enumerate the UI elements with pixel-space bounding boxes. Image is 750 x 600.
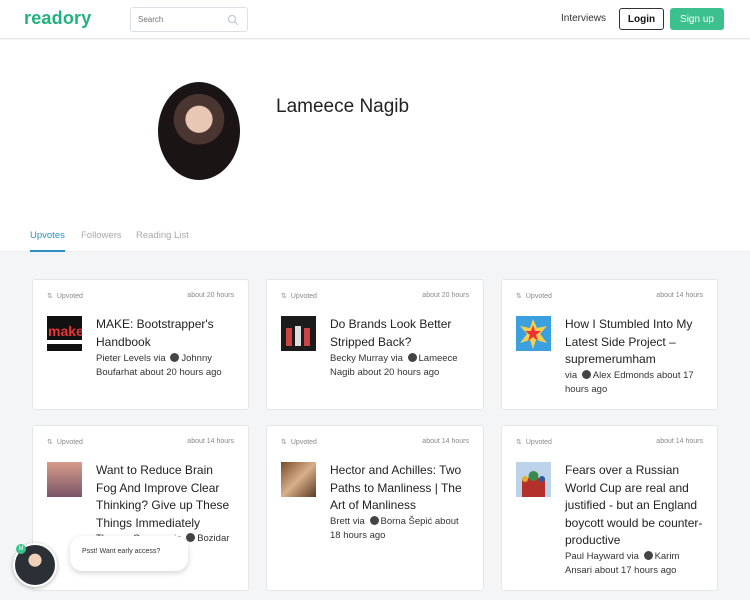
upvoted-text: Upvoted bbox=[56, 292, 83, 300]
user-avatar-icon[interactable] bbox=[581, 370, 591, 379]
upvote-card[interactable]: ⇅ Upvoted about 20 hours Do Brands Look B… bbox=[266, 279, 484, 410]
author-pre[interactable]: Becky Murray via bbox=[330, 353, 403, 364]
svg-text:make: make bbox=[48, 323, 82, 339]
author-pre[interactable]: Pieter Levels via bbox=[96, 353, 166, 364]
card-time: about 14 hours bbox=[422, 438, 469, 445]
upvoted-label: ⇅ Upvoted bbox=[281, 438, 317, 447]
search-icon[interactable] bbox=[227, 14, 239, 26]
user-avatar-icon[interactable] bbox=[170, 353, 180, 362]
profile-name: Lameece Nagib bbox=[276, 96, 410, 117]
upvoted-text: Upvoted bbox=[56, 438, 83, 446]
author-pre[interactable]: Paul Hayward via bbox=[565, 551, 639, 562]
card-title[interactable]: How I Stumbled Into My Latest Side Proje… bbox=[565, 316, 703, 369]
upvoted-text: Upvoted bbox=[525, 438, 552, 446]
brand-bottles-thumbnail[interactable] bbox=[281, 316, 316, 351]
readory-logo[interactable]: readory bbox=[24, 8, 91, 29]
upvoted-label: ⇅ Upvoted bbox=[47, 438, 83, 447]
top-header: readory Interviews Login Sign up bbox=[0, 0, 750, 39]
upvoted-label: ⇅ Upvoted bbox=[516, 438, 552, 447]
online-badge: M bbox=[16, 544, 26, 554]
upvote-icon: ⇅ bbox=[281, 439, 287, 446]
upvote-icon: ⇅ bbox=[281, 293, 287, 300]
upvoted-label: ⇅ Upvoted bbox=[281, 292, 317, 301]
upvote-icon: ⇅ bbox=[47, 439, 53, 446]
user-avatar-icon[interactable] bbox=[407, 353, 417, 362]
upvote-card[interactable]: ⇅ Upvoted about 14 hours Fears over a Rus… bbox=[501, 425, 718, 591]
upvote-card[interactable]: ⇅ Upvoted about 14 hours Hector and Achil… bbox=[266, 425, 484, 591]
profile-header: Lameece Nagib Upvotes Followers Reading … bbox=[0, 40, 750, 252]
upvoted-label: ⇅ Upvoted bbox=[47, 292, 83, 301]
sunset-silhouette-thumbnail[interactable] bbox=[47, 462, 82, 497]
upvote-icon: ⇅ bbox=[47, 293, 53, 300]
make-book-cover-thumbnail[interactable]: make bbox=[47, 316, 84, 351]
card-author: Brett via Borna Šepić about 18 hours ago bbox=[330, 515, 469, 543]
search-box[interactable] bbox=[130, 7, 248, 32]
card-title[interactable]: Want to Reduce Brain Fog And Improve Cle… bbox=[96, 462, 234, 532]
card-title[interactable]: Hector and Achilles: Two Paths to Manlin… bbox=[330, 462, 469, 515]
card-author: Becky Murray via Lameece Nagib about 20 … bbox=[330, 352, 469, 380]
card-time: about 14 hours bbox=[187, 438, 234, 445]
upvoted-text: Upvoted bbox=[525, 292, 552, 300]
moscow-cathedral-thumbnail[interactable] bbox=[516, 462, 551, 497]
upvote-icon: ⇅ bbox=[516, 439, 522, 446]
signup-button[interactable]: Sign up bbox=[670, 8, 724, 30]
author-pre[interactable]: via bbox=[565, 370, 577, 381]
chat-avatar-button[interactable]: M bbox=[13, 543, 57, 587]
tab-followers[interactable]: Followers bbox=[81, 230, 122, 241]
card-time: about 20 hours bbox=[422, 292, 469, 299]
card-time: about 14 hours bbox=[656, 438, 703, 445]
chat-bubble[interactable]: Psst! Want early access? bbox=[70, 536, 188, 571]
card-title[interactable]: MAKE: Bootstrapper's Handbook bbox=[96, 316, 234, 351]
user-avatar-icon[interactable] bbox=[186, 533, 196, 542]
upvote-card[interactable]: ⇅ Upvoted about 14 hours How I Stumbled I… bbox=[501, 279, 718, 410]
card-author: Pieter Levels via Johnny Boufarhat about… bbox=[96, 352, 234, 380]
author-pre[interactable]: Brett via bbox=[330, 516, 365, 527]
tab-upvotes[interactable]: Upvotes bbox=[30, 230, 65, 252]
card-time: about 20 hours bbox=[187, 292, 234, 299]
search-input[interactable] bbox=[138, 8, 234, 31]
classical-painting-thumbnail[interactable] bbox=[281, 462, 316, 497]
user-avatar-icon[interactable] bbox=[643, 551, 653, 560]
card-author: via Alex Edmonds about 17 hours ago bbox=[565, 369, 703, 397]
tab-reading-list[interactable]: Reading List bbox=[136, 230, 189, 241]
card-time: about 14 hours bbox=[656, 292, 703, 299]
nav-interviews-link[interactable]: Interviews bbox=[561, 13, 606, 24]
user-avatar-icon[interactable] bbox=[369, 516, 379, 525]
card-title[interactable]: Fears over a Russian World Cup are real … bbox=[565, 462, 703, 550]
upvoted-text: Upvoted bbox=[290, 292, 317, 300]
card-title[interactable]: Do Brands Look Better Stripped Back? bbox=[330, 316, 469, 351]
upvoted-label: ⇅ Upvoted bbox=[516, 292, 552, 301]
upvote-card[interactable]: ⇅ Upvoted about 20 hours make MAKE: Boots… bbox=[32, 279, 249, 410]
comic-pow-thumbnail[interactable] bbox=[516, 316, 551, 351]
upvote-icon: ⇅ bbox=[516, 293, 522, 300]
login-button[interactable]: Login bbox=[619, 8, 664, 30]
card-author: Paul Hayward via Karim Ansari about 17 h… bbox=[565, 550, 703, 578]
upvoted-text: Upvoted bbox=[290, 438, 317, 446]
profile-avatar bbox=[158, 82, 240, 180]
